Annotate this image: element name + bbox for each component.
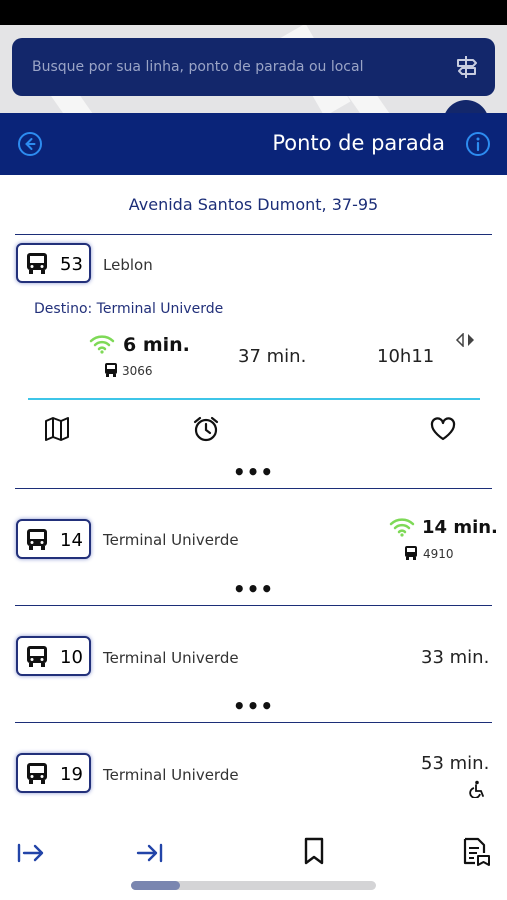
search-placeholder: Busque por sua linha, ponto de parada ou… [32,59,364,75]
bus-icon [27,763,47,784]
realtime-arrival-time: 6 min. [123,334,190,356]
realtime-signal-icon [389,518,415,537]
stop-address: Avenida Santos Dumont, 37-95 [128,195,379,214]
stop-address-row: Avenida Santos Dumont, 37-95 [0,175,507,235]
line-badge-53[interactable]: 53 [16,243,91,283]
info-icon[interactable] [465,131,491,157]
vehicle-id: 4910 [423,547,454,561]
map-icon[interactable] [43,415,71,443]
alarm-icon[interactable] [192,415,220,443]
line-number: 14 [60,530,83,551]
home-indicator-fill [131,881,180,890]
line-badge-14[interactable]: 14 [16,519,91,559]
line-destination: Leblon [103,256,153,274]
more-button[interactable]: ••• [0,460,507,484]
line-destination: Terminal Univerde [103,531,239,549]
wheelchair-accessible-icon [469,780,484,798]
bus-icon [27,646,47,667]
more-button[interactable]: ••• [0,577,507,601]
line-destination: Terminal Univerde [103,766,239,784]
bus-icon [405,546,417,560]
arrival-time: 33 min. [421,647,490,668]
signpost-icon[interactable] [453,53,481,81]
divider [15,722,492,723]
divider [15,488,492,489]
line-badge-19[interactable]: 19 [16,753,91,793]
status-bar [0,0,507,25]
search-input[interactable]: Busque por sua linha, ponto de parada ou… [12,38,495,96]
bus-icon [27,253,47,274]
bookmark-icon[interactable] [299,836,329,866]
realtime-signal-icon [89,335,115,354]
header-bar: Ponto de parada [0,113,507,175]
time-divider [28,398,480,400]
line-badge-10[interactable]: 10 [16,636,91,676]
document-icon[interactable] [461,836,491,866]
bus-icon [27,529,47,550]
divider [15,605,492,606]
destino-label: Destino: Terminal Univerde [34,301,224,317]
line-destination: Terminal Univerde [103,649,239,667]
line-number: 19 [60,764,83,785]
arrival-time: 53 min. [421,753,490,774]
back-icon[interactable] [17,131,43,157]
arrow-to-end-icon[interactable] [135,838,165,868]
line-number: 53 [60,254,83,275]
home-indicator[interactable] [131,881,376,890]
line-number: 10 [60,647,83,668]
scheduled-time: 10h11 [377,346,435,367]
divider [15,234,492,235]
arrow-right-bar-icon[interactable] [16,838,46,868]
swap-arrows-icon[interactable] [455,333,477,347]
vehicle-id: 3066 [122,364,153,378]
more-button[interactable]: ••• [0,694,507,718]
heart-icon[interactable] [429,415,457,443]
page-title: Ponto de parada [272,131,445,155]
bus-icon [105,363,117,377]
next-arrival-time: 37 min. [238,346,307,367]
realtime-arrival-time: 14 min. [422,517,498,538]
